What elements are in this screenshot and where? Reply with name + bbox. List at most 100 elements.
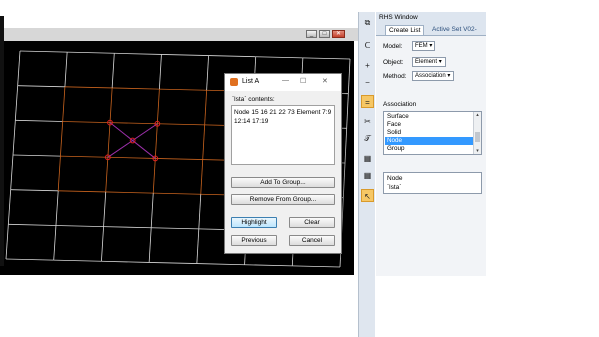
list-a-dialog: List A — ☐ ✕ `lsta` contents: Node 15 16… [224,73,342,254]
clear-button[interactable]: Clear [289,217,335,228]
dialog-maximize-button[interactable]: ☐ [300,77,306,85]
mesh-edge [159,88,207,91]
list-item-selected[interactable]: Node [385,137,475,145]
mesh-edge [10,154,14,190]
chevron-down-icon: ▾ [438,59,442,65]
mesh-edge [53,225,57,261]
mesh-edge [57,156,61,191]
scroll-thumb[interactable] [475,132,480,142]
mesh-edge [103,191,107,227]
mesh-edge [67,51,115,54]
element-diagonal [107,123,158,158]
list-item[interactable]: Group [385,145,475,153]
grid-icon[interactable]: ▦ [361,152,374,165]
maximize-button[interactable]: □ [319,30,330,38]
scroll-down-icon[interactable]: ▾ [474,148,481,154]
tab-active-set[interactable]: Active Set V02-97 [429,25,486,43]
minus-icon[interactable]: − [361,76,374,89]
mesh-edge [101,226,104,262]
rhs-title: RHS Window [379,14,418,21]
select-arrow-icon[interactable]: ↖ [361,189,374,202]
object-select[interactable]: Element ▾ [412,57,446,67]
mesh-edge [107,156,156,159]
mesh-edge [105,191,154,194]
mesh-edge [8,223,56,226]
mesh-edge [153,192,201,195]
mesh-edge [19,50,68,53]
node-list-value[interactable]: `lsta` [387,184,401,191]
chevron-down-icon: ▾ [429,43,433,49]
mesh-edge [60,121,64,157]
mesh-edge [206,55,209,91]
app-icon [230,78,238,86]
pin-icon[interactable]: 𝒯 [361,132,374,145]
mesh-edge [64,86,113,89]
mesh-edge [196,263,245,266]
contents-textbox[interactable]: Node 15 16 21 22 73 Element 7:9 12:14 17… [231,105,335,165]
scroll-up-icon[interactable]: ▴ [474,112,481,118]
list-item[interactable]: Face [385,121,475,129]
dialog-titlebar[interactable]: List A — ☐ ✕ [225,74,341,91]
mesh-edge [344,128,348,164]
mesh-edge [244,264,293,267]
close-button[interactable]: ✕ [332,30,345,38]
mesh-edge [161,54,209,56]
mesh-edge [15,119,63,122]
association-listbox[interactable]: Surface Face Solid Node Group ▴ ▾ [383,111,482,155]
model-value: FEM [415,43,428,49]
mesh-edge [155,158,203,160]
mesh-edge [101,260,150,263]
vertical-toolbar: ⧉ ᑕ + − = ✂ 𝒯 ▦ ▦ ↖ [358,12,375,337]
mesh-edge [204,90,208,125]
remove-from-group-button[interactable]: Remove From Group... [231,194,335,205]
cancel-button[interactable]: Cancel [289,235,335,246]
mesh-edge [103,226,152,229]
model-label: Model: [383,43,403,50]
association-label: Association [383,101,417,108]
mesh-edge [200,159,204,195]
rhs-window: RHS Window Create List Active Set V02-97… [376,12,486,276]
tools-icon[interactable]: ✂ [361,115,374,128]
copy-icon[interactable]: ⧉ [361,16,374,29]
mesh-edge [149,262,197,264]
dialog-title: List A [242,78,260,85]
mesh-edge [158,54,162,90]
mesh-edge [109,87,113,123]
mesh-edge [198,194,202,229]
mesh-edge [17,85,65,88]
mesh-edge [112,87,160,90]
object-label: Object: [383,59,404,66]
mesh-edge [342,162,346,198]
mesh-edge [7,189,12,225]
highlight-button[interactable]: Highlight [231,217,277,228]
node-label: Node [387,175,403,182]
plus-icon[interactable]: + [361,59,374,72]
minimize-button[interactable]: _ [306,30,317,38]
previous-button[interactable]: Previous [231,235,277,246]
grid2-icon[interactable]: ▦ [361,169,374,182]
list-item[interactable]: Surface [385,113,475,121]
mesh-edge [12,154,61,157]
contents-label: `lsta` contents: [232,96,275,103]
object-value: Element [415,59,438,65]
lasso-icon[interactable]: ᑕ [361,39,374,52]
association-scrollbar[interactable]: ▴ ▾ [473,112,481,154]
method-select[interactable]: Association ▾ [412,71,454,81]
add-to-group-button[interactable]: Add To Group... [231,177,335,188]
create-list-panel: Model: FEM ▾ Object: Element ▾ Method: A… [376,35,486,276]
mesh-edge [12,120,16,156]
dialog-minimize-button[interactable]: — [282,77,289,84]
mesh-edge [157,123,205,126]
method-label: Method: [383,73,407,80]
mesh-edge [105,157,109,192]
dialog-close-button[interactable]: ✕ [322,77,328,85]
equals-icon[interactable]: = [361,95,374,108]
list-item[interactable]: Solid [385,129,475,137]
mesh-edge [347,58,351,94]
model-select[interactable]: FEM ▾ [412,41,435,51]
mesh-edge [17,50,21,86]
mesh-edge [111,53,115,88]
mesh-edge [150,193,154,228]
mesh-edge [5,258,54,261]
chevron-down-icon: ▾ [447,73,451,79]
